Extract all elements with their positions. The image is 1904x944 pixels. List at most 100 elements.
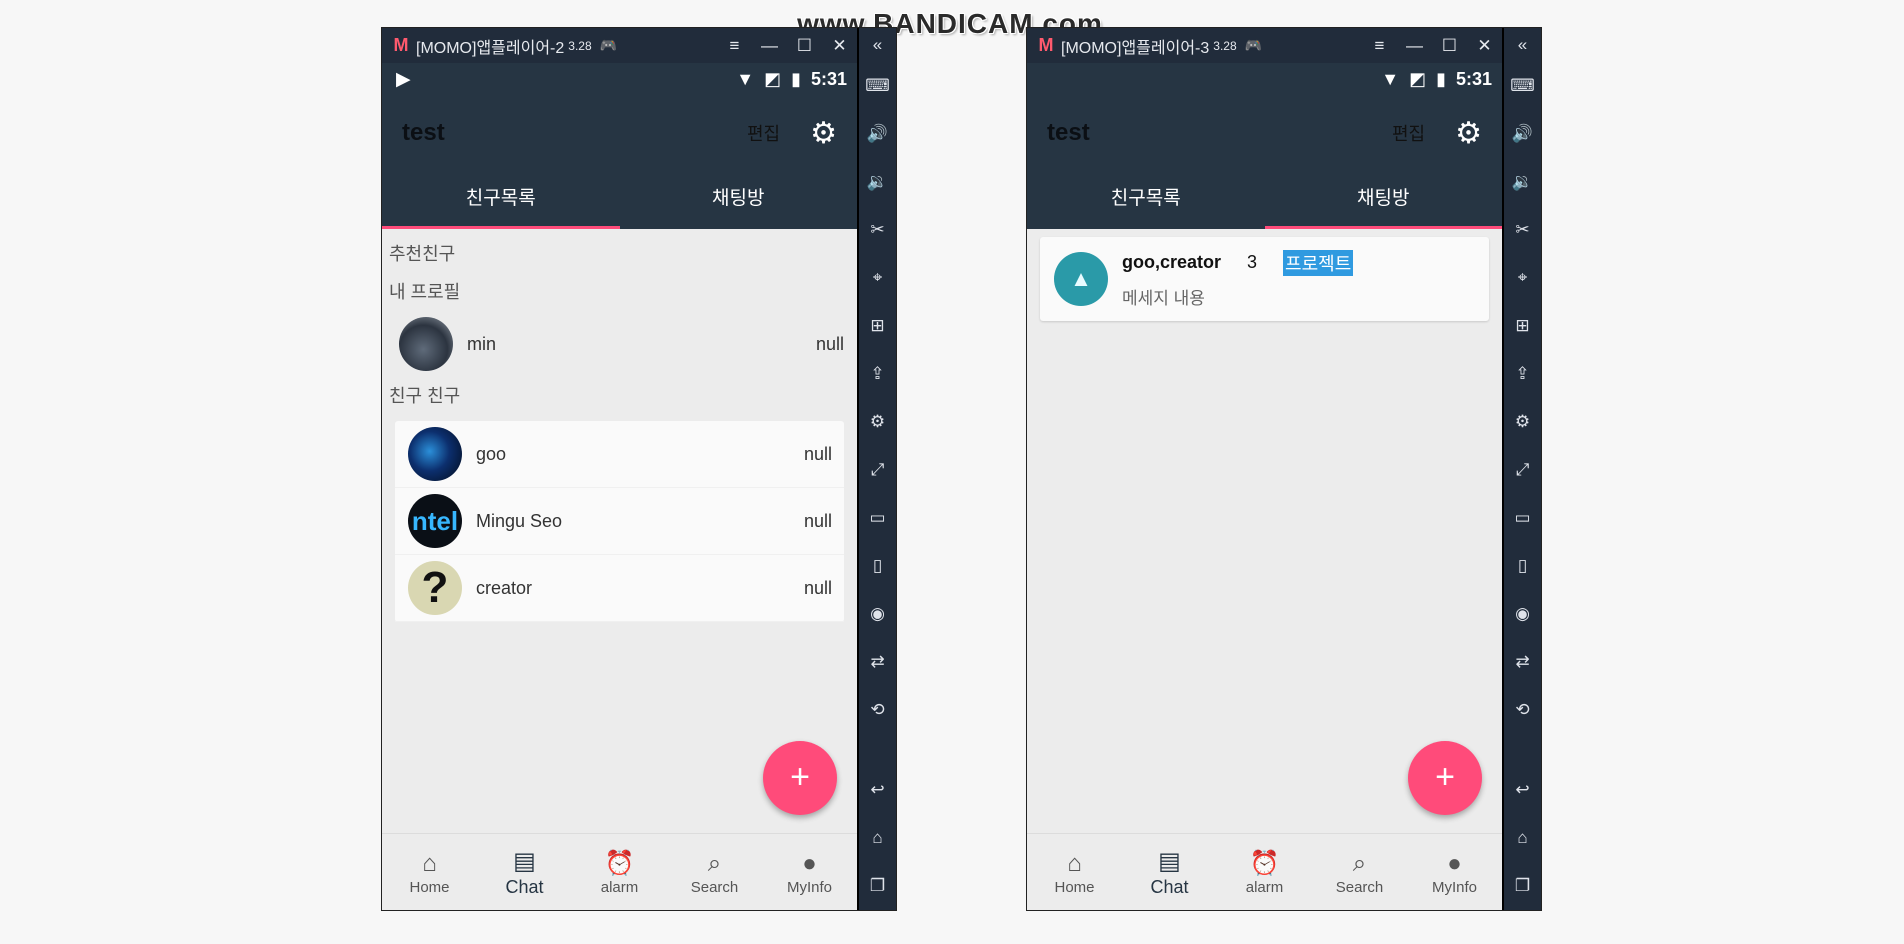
maximize-icon[interactable]: ☐ xyxy=(787,36,822,56)
record-icon[interactable]: ◉ xyxy=(859,590,896,638)
tab-friends[interactable]: 친구목록 xyxy=(382,171,620,229)
recent-apps-icon[interactable]: ❐ xyxy=(1504,862,1541,910)
tab-friends[interactable]: 친구목록 xyxy=(1027,171,1265,229)
nav-alarm[interactable]: ⏰ alarm xyxy=(572,834,667,910)
emulator-side-toolbar: « ⌨ 🔊 🔉 ✂ ⌖ ⊞ ⇪ ⚙ ⤢ ▭ ▯ ◉ ⇄ ⟲ ↩ ⌂ ❐ xyxy=(1504,28,1541,910)
rotate-icon[interactable]: ⟲ xyxy=(859,686,896,734)
location-icon[interactable]: ⌖ xyxy=(1504,254,1541,302)
home-button-icon[interactable]: ⌂ xyxy=(1504,814,1541,862)
keyboard-icon[interactable]: ⌨ xyxy=(1504,62,1541,110)
collapse-icon[interactable]: « xyxy=(1504,28,1541,62)
fullscreen-icon[interactable]: ⤢ xyxy=(859,446,896,494)
scissors-icon[interactable]: ✂ xyxy=(859,206,896,254)
volume-down-icon[interactable]: 🔉 xyxy=(1504,158,1541,206)
nav-chat[interactable]: ▤ Chat xyxy=(1122,834,1217,910)
friend-name: goo xyxy=(476,443,507,464)
emulator-titlebar[interactable]: M [MOMO]앱플레이어-3 3.28 🎮 ≡ — ☐ ✕ xyxy=(1027,28,1502,63)
nav-myinfo[interactable]: ● MyInfo xyxy=(762,834,857,910)
nav-search[interactable]: ⌕ Search xyxy=(667,834,762,910)
my-profile-header: 내 프로필 xyxy=(389,282,461,302)
chatroom-item[interactable]: ▲ goo,creator 3 프로젝트 메세지 내용 xyxy=(1040,237,1489,321)
list-item[interactable]: ? creator null xyxy=(395,555,844,622)
nav-alarm[interactable]: ⏰ alarm xyxy=(1217,834,1312,910)
list-item[interactable]: goo null xyxy=(395,421,844,488)
menu-icon[interactable]: ≡ xyxy=(717,36,752,56)
settings-icon[interactable]: ⚙ xyxy=(859,398,896,446)
recent-apps-icon[interactable]: ❐ xyxy=(859,862,896,910)
minimize-icon[interactable]: — xyxy=(1397,36,1432,56)
edit-button[interactable]: 편집 xyxy=(747,120,780,146)
volume-up-icon[interactable]: 🔊 xyxy=(1504,110,1541,158)
rotate-icon[interactable]: ⟲ xyxy=(1504,686,1541,734)
tab-chatrooms[interactable]: 채팅방 xyxy=(620,171,858,229)
vibrate-icon[interactable]: ▯ xyxy=(1504,542,1541,590)
status-bar: ▶ ▼ ◩ ▮ 5:31 xyxy=(382,63,857,95)
close-icon[interactable]: ✕ xyxy=(822,36,857,56)
record-icon[interactable]: ◉ xyxy=(1504,590,1541,638)
nav-home[interactable]: ⌂ Home xyxy=(382,834,477,910)
volume-down-icon[interactable]: 🔉 xyxy=(859,158,896,206)
nav-search[interactable]: ⌕ Search xyxy=(1312,834,1407,910)
vibrate-icon[interactable]: ▯ xyxy=(859,542,896,590)
window-title: [MOMO]앱플레이어-2 xyxy=(416,39,565,57)
list-item[interactable]: ntel Mingu Seo null xyxy=(395,488,844,555)
chatroom-members: goo,creator xyxy=(1122,252,1222,272)
settings-icon[interactable]: ⚙ xyxy=(1504,398,1541,446)
recommended-friends-header[interactable]: 추천친구 xyxy=(389,235,850,273)
bottom-navigation: ⌂ Home ▤ Chat ⏰ alarm ⌕ Search ● MyInfo xyxy=(1027,833,1502,910)
add-fab-button[interactable]: + xyxy=(1408,741,1482,815)
nav-chat[interactable]: ▤ Chat xyxy=(477,834,572,910)
chatroom-list-page: ▲ goo,creator 3 프로젝트 메세지 내용 + xyxy=(1027,229,1502,837)
search-icon: ⌕ xyxy=(707,849,722,877)
app-title: test xyxy=(1047,119,1090,146)
window-version: 3.28 xyxy=(1213,38,1237,53)
app-bar: test 편집 ⚙ xyxy=(1027,95,1502,171)
nav-home[interactable]: ⌂ Home xyxy=(1027,834,1122,910)
close-icon[interactable]: ✕ xyxy=(1467,36,1502,56)
clock: 5:31 xyxy=(1455,68,1492,89)
emulator-window-right: M [MOMO]앱플레이어-3 3.28 🎮 ≡ — ☐ ✕ « ⌨ 🔊 🔉 ✂… xyxy=(1026,27,1542,911)
sync-icon[interactable]: ⇄ xyxy=(1504,638,1541,686)
gamepad-icon[interactable]: 🎮 xyxy=(1245,37,1262,54)
screen-icon[interactable]: ▭ xyxy=(1504,494,1541,542)
sync-icon[interactable]: ⇄ xyxy=(859,638,896,686)
minimize-icon[interactable]: — xyxy=(752,36,787,56)
wifi-icon: ▼ xyxy=(1381,68,1400,89)
my-profile-row[interactable]: min null xyxy=(389,311,850,377)
nav-label: Home xyxy=(1054,878,1095,896)
edit-button[interactable]: 편집 xyxy=(1392,120,1425,146)
window-title: [MOMO]앱플레이어-3 xyxy=(1061,39,1210,57)
status-bar: ▼ ◩ ▮ 5:31 xyxy=(1027,63,1502,95)
gamepad-icon[interactable]: 🎮 xyxy=(600,37,617,54)
nav-label: Chat xyxy=(505,876,544,897)
add-window-icon[interactable]: ⊞ xyxy=(1504,302,1541,350)
collapse-icon[interactable]: « xyxy=(859,28,896,62)
volume-up-icon[interactable]: 🔊 xyxy=(859,110,896,158)
screen-icon[interactable]: ▭ xyxy=(859,494,896,542)
scissors-icon[interactable]: ✂ xyxy=(1504,206,1541,254)
add-window-icon[interactable]: ⊞ xyxy=(859,302,896,350)
emulator-window-left: M [MOMO]앱플레이어-2 3.28 🎮 ≡ — ☐ ✕ « ⌨ 🔊 🔉 ✂… xyxy=(381,27,897,911)
chatroom-title: 프로젝트 xyxy=(1283,249,1354,276)
nav-label: alarm xyxy=(1245,878,1284,896)
emulator-titlebar[interactable]: M [MOMO]앱플레이어-2 3.28 🎮 ≡ — ☐ ✕ xyxy=(382,28,857,63)
wifi-icon: ▼ xyxy=(736,68,755,89)
back-icon[interactable]: ↩ xyxy=(1504,766,1541,814)
location-icon[interactable]: ⌖ xyxy=(859,254,896,302)
momo-logo-icon: M xyxy=(393,35,409,55)
keyboard-icon[interactable]: ⌨ xyxy=(859,62,896,110)
window-version: 3.28 xyxy=(568,38,592,53)
menu-icon[interactable]: ≡ xyxy=(1362,36,1397,56)
maximize-icon[interactable]: ☐ xyxy=(1432,36,1467,56)
back-icon[interactable]: ↩ xyxy=(859,766,896,814)
add-fab-button[interactable]: + xyxy=(763,741,837,815)
settings-gear-icon[interactable]: ⚙ xyxy=(810,116,837,151)
home-icon: ⌂ xyxy=(422,849,437,877)
apk-install-icon[interactable]: ⇪ xyxy=(859,350,896,398)
fullscreen-icon[interactable]: ⤢ xyxy=(1504,446,1541,494)
tab-chatrooms[interactable]: 채팅방 xyxy=(1264,171,1503,229)
apk-install-icon[interactable]: ⇪ xyxy=(1504,350,1541,398)
home-button-icon[interactable]: ⌂ xyxy=(859,814,896,862)
settings-gear-icon[interactable]: ⚙ xyxy=(1455,116,1482,151)
nav-myinfo[interactable]: ● MyInfo xyxy=(1407,834,1502,910)
